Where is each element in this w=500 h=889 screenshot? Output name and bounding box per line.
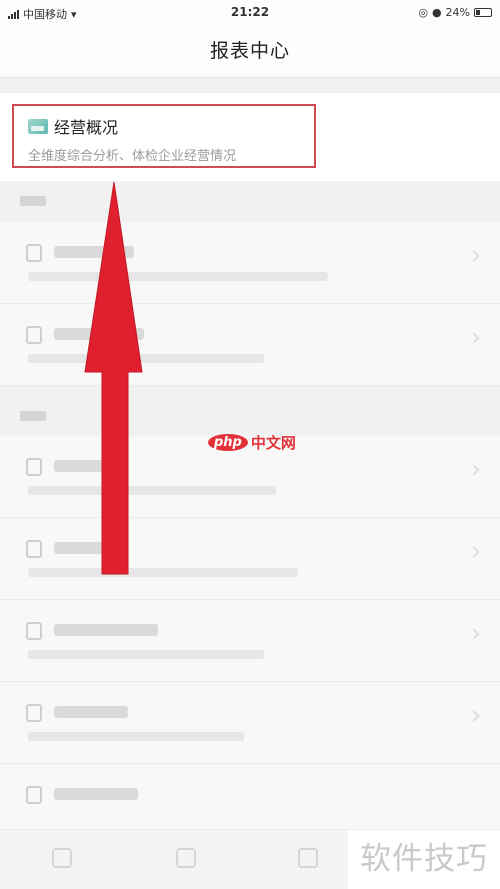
document-icon (26, 540, 42, 558)
list-item[interactable] (0, 764, 500, 830)
overview-card[interactable]: 经营概况 全维度综合分析、体检企业经营情况 (0, 93, 500, 181)
tab-report-icon[interactable] (176, 848, 196, 868)
row-desc-blurred (28, 568, 298, 577)
tab-home-icon[interactable] (52, 848, 72, 868)
corner-watermark: 软件技巧 (348, 830, 500, 889)
tab-profile-icon[interactable] (298, 848, 318, 868)
lock-rotation-icon: ◎ (418, 6, 428, 19)
row-title-blurred (54, 706, 128, 718)
chevron-right-icon (468, 250, 480, 262)
list-item[interactable] (0, 304, 500, 386)
row-title-blurred (54, 460, 124, 472)
overview-title: 经营概况 (54, 118, 119, 137)
alarm-icon: ● (431, 6, 442, 19)
report-icon (28, 118, 48, 134)
bottom-tab-bar (0, 830, 348, 889)
chevron-right-icon (468, 332, 480, 344)
document-icon (26, 244, 42, 262)
row-desc-blurred (28, 354, 264, 363)
status-right: ◎ ● 24% (418, 6, 492, 19)
document-icon (26, 458, 42, 476)
document-icon (26, 786, 42, 804)
row-title-blurred (54, 542, 124, 554)
document-icon (26, 326, 42, 344)
row-desc-blurred (28, 272, 328, 281)
document-icon (26, 622, 42, 640)
status-bar: 中国移动 ▾ 21:22 ◎ ● 24% (0, 0, 500, 26)
battery-icon (474, 8, 492, 17)
section-label-blurred (20, 195, 46, 209)
battery-percent: 24% (445, 6, 470, 19)
list-item[interactable] (0, 600, 500, 682)
chevron-right-icon (468, 546, 480, 558)
row-title-blurred (54, 624, 158, 636)
document-icon (26, 704, 42, 722)
list-item[interactable] (0, 518, 500, 600)
section-label-blurred (20, 410, 46, 424)
row-desc-blurred (28, 650, 264, 659)
row-title-blurred (54, 246, 134, 258)
watermark-text: 中文网 (250, 434, 296, 452)
chevron-right-icon (468, 464, 480, 476)
list-item[interactable] (0, 222, 500, 304)
row-title-blurred (54, 328, 144, 340)
chevron-right-icon (468, 628, 480, 640)
chevron-right-icon (468, 710, 480, 722)
row-desc-blurred (28, 732, 244, 741)
php-logo: php (208, 434, 248, 451)
center-watermark: php 中文网 (208, 432, 296, 453)
overview-subtitle: 全维度综合分析、体检企业经营情况 (28, 149, 237, 164)
page-title: 报表中心 (0, 26, 500, 78)
row-desc-blurred (28, 486, 276, 495)
list-item[interactable] (0, 682, 500, 764)
overview-title-row: 经营概况 (28, 114, 118, 138)
row-title-blurred (54, 788, 138, 800)
